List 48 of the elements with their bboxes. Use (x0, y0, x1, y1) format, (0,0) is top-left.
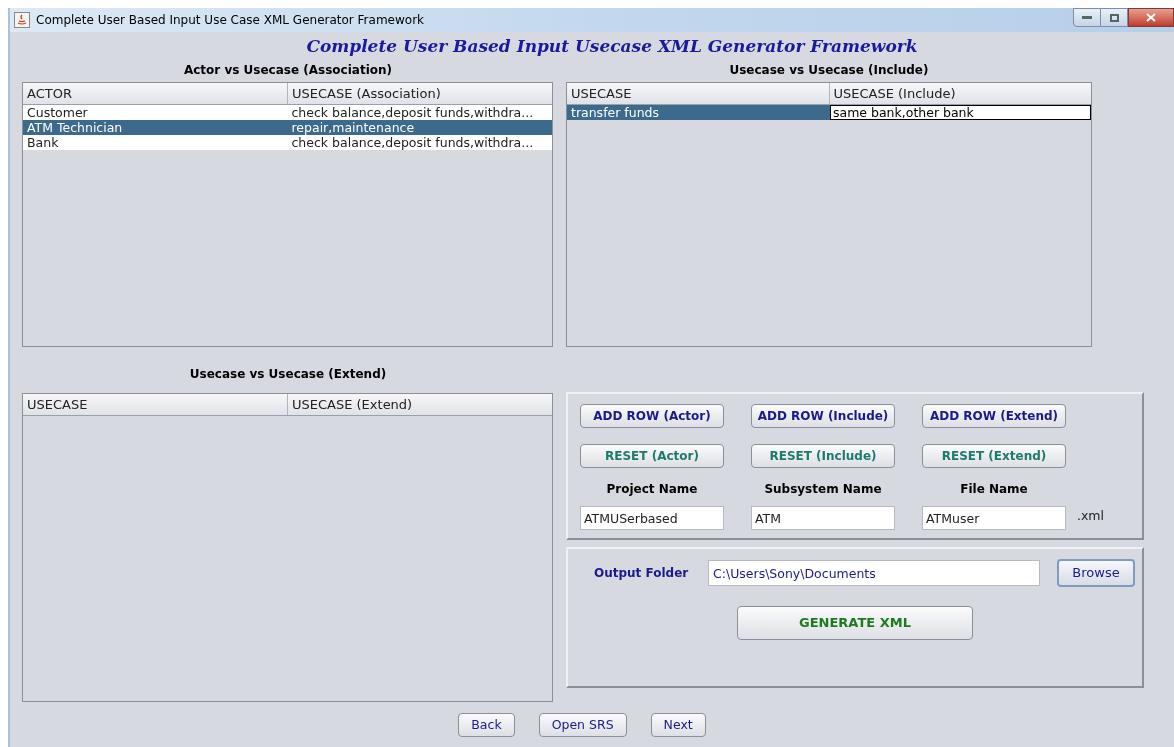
text-field[interactable]: ATM (751, 506, 895, 530)
table-cell-text: check balance,deposit funds,withdra... (290, 105, 535, 120)
field-label: Project Name (606, 481, 698, 498)
browse-button[interactable]: Browse (1057, 559, 1135, 587)
table-cell-text: transfer funds (570, 105, 661, 120)
section-title: Usecase vs Usecase (Extend) (189, 366, 387, 383)
page-heading: Complete User Based Input Usecase XML Generator Framework (306, 35, 918, 54)
window-title: Complete User Based Input Use Case XML Generator Framework (36, 12, 425, 29)
nav-button[interactable]: Open SRS (538, 713, 627, 737)
column-header[interactable]: USECASE (Extend) (287, 394, 552, 415)
cell-editor[interactable]: same bank,other bank (830, 105, 1091, 120)
generate-xml-button[interactable]: GENERATE XML (737, 606, 973, 640)
table-cell-text: repair,maintenance (290, 120, 416, 135)
table-row[interactable]: Bank check balance,deposit funds,withdra... (23, 135, 552, 150)
column-header[interactable]: USECASE (Include) (828, 83, 1091, 104)
table-cell-text: check balance,deposit funds,withdra... (290, 135, 535, 150)
add-row-button[interactable]: ADD ROW (Actor) (580, 404, 724, 428)
reset-button[interactable]: RESET (Include) (751, 444, 895, 468)
reset-button[interactable]: RESET (Actor) (580, 444, 724, 468)
section-title: Actor vs Usecase (Association) (183, 62, 393, 79)
close-icon (1146, 13, 1156, 22)
minimize-button[interactable] (1073, 8, 1101, 27)
add-row-button[interactable]: ADD ROW (Extend) (922, 404, 1066, 428)
text-field[interactable]: ATMUSerbased (580, 506, 724, 530)
field-label: File Name (960, 481, 1028, 498)
column-header[interactable]: USECASE (Association) (287, 83, 552, 104)
output-folder-label: Output Folder (594, 565, 690, 582)
close-button[interactable] (1128, 8, 1174, 27)
text-field[interactable]: ATMuser (922, 506, 1066, 530)
table-cell-text: Bank (26, 135, 60, 150)
table-row[interactable]: transfer funds same bank,other bank (567, 105, 1091, 120)
table-cell-text: ATM Technician (26, 120, 124, 135)
reset-button[interactable]: RESET (Extend) (922, 444, 1066, 468)
nav-button[interactable]: Back (458, 713, 515, 737)
output-folder-field[interactable]: C:\Users\Sony\Documents (708, 560, 1040, 586)
nav-button[interactable]: Next (650, 713, 706, 737)
section-title: Usecase vs Usecase (Include) (729, 62, 929, 79)
field-label: Subsystem Name (764, 481, 882, 498)
table-row[interactable]: ATM Technician repair,maintenance (23, 120, 552, 135)
app-icon (14, 12, 30, 28)
table-cell-text: Customer (26, 105, 89, 120)
column-header[interactable]: USECASE (567, 83, 829, 104)
maximize-button[interactable] (1101, 8, 1128, 27)
file-extension: .xml (1077, 507, 1105, 526)
column-header[interactable]: USECASE (23, 394, 287, 415)
column-header[interactable]: ACTOR (23, 83, 287, 104)
add-row-button[interactable]: ADD ROW (Include) (751, 404, 895, 428)
table-row[interactable]: Customer check balance,deposit funds,withdra... (23, 105, 552, 120)
